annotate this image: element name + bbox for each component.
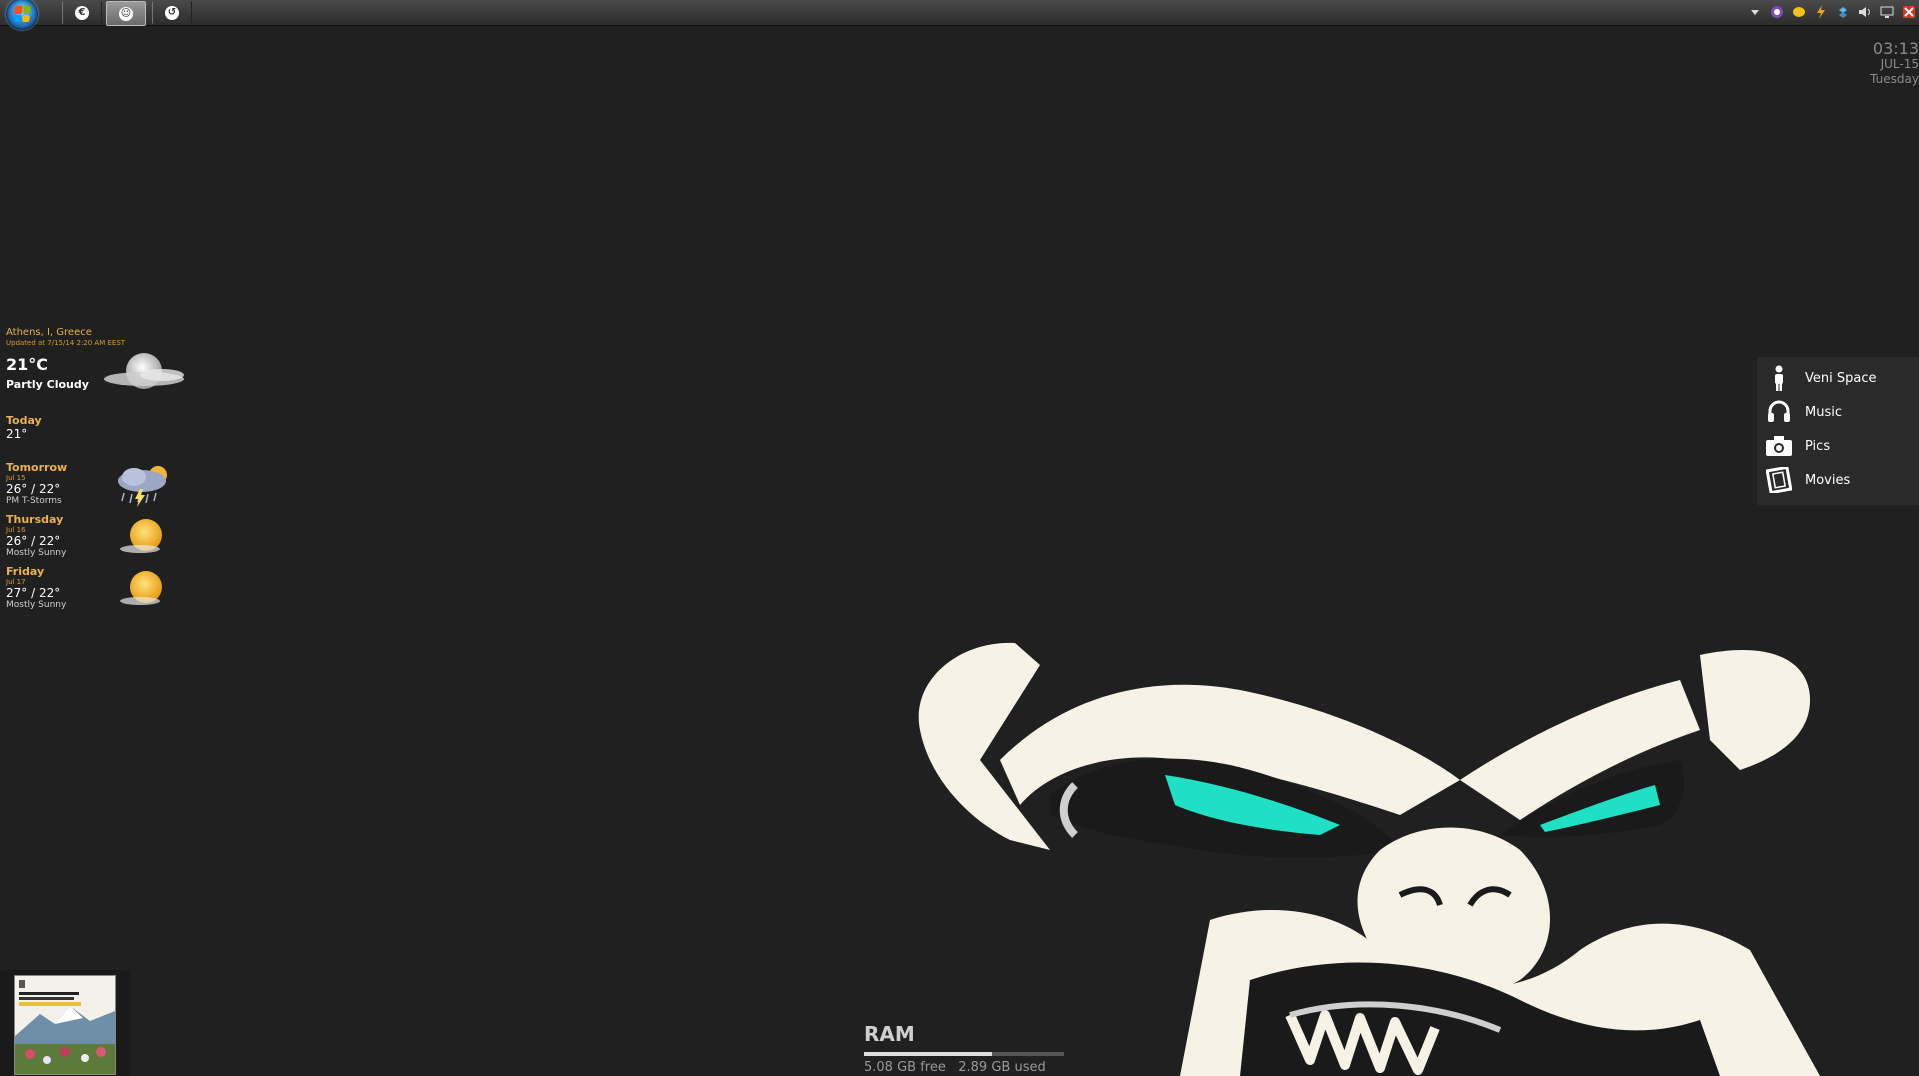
app-1-icon: €	[75, 5, 89, 20]
weather-updated: Updated at 7/15/14 2:20 AM EEST	[6, 339, 126, 347]
ram-used: 2.89 GB used	[958, 1060, 1046, 1075]
desktop-clock: 03:13 JUL-15 Tuesday	[1849, 40, 1919, 86]
forecast-item: Thursday Jul 16 26° / 22° Mostly Sunny	[6, 513, 196, 565]
launcher-item-label: Pics	[1805, 438, 1831, 454]
weather-today: Today 21°	[6, 414, 196, 441]
film-icon	[1765, 466, 1793, 494]
launcher-item-label: Music	[1805, 404, 1842, 420]
ram-free: 5.08 GB free	[864, 1060, 946, 1075]
ape-wallpaper	[918, 642, 1820, 1076]
taskbar-app-2-button[interactable]: ☺	[106, 1, 146, 26]
start-button[interactable]	[6, 0, 38, 30]
ram-usage-fill	[864, 1052, 992, 1056]
album-art[interactable]	[14, 975, 116, 1075]
headphones-icon	[1765, 398, 1793, 426]
clock-day: Tuesday	[1870, 72, 1919, 86]
launcher-item-veni-space[interactable]: Veni Space	[1765, 363, 1915, 393]
thunderstorm-icon	[118, 466, 167, 507]
launcher-item-music[interactable]: Music	[1765, 397, 1915, 427]
app-3-icon: ↺	[165, 5, 179, 20]
chevron-up-icon[interactable]	[1747, 4, 1763, 20]
volume-icon[interactable]	[1857, 4, 1873, 20]
note-icon[interactable]	[1791, 4, 1807, 20]
ram-title: RAM	[864, 1022, 915, 1046]
ram-stats: 5.08 GB free 2.89 GB used	[864, 1060, 1064, 1075]
launcher-item-label: Movies	[1805, 472, 1851, 488]
sun-icon	[120, 571, 162, 605]
moon-cloud-icon	[104, 353, 184, 389]
album-art-image	[15, 976, 115, 1074]
sun-icon	[120, 519, 162, 553]
ram-meter: RAM 5.08 GB free 2.89 GB used	[864, 1022, 1064, 1075]
launcher-item-pics[interactable]: Pics	[1765, 431, 1915, 461]
dropbox-icon[interactable]	[1835, 4, 1851, 20]
launcher-item-movies[interactable]: Movies	[1765, 465, 1915, 495]
clock-date: JUL-15	[1880, 57, 1919, 71]
camera-icon	[1765, 432, 1793, 460]
taskbar-app-3-button[interactable]: ↺	[152, 1, 192, 24]
weather-today-value: 21°	[6, 427, 28, 441]
app-2-icon: ☺	[119, 6, 133, 21]
forecast-item: Friday Jul 17 27° / 22° Mostly Sunny	[6, 565, 196, 617]
power-icon[interactable]	[1813, 4, 1829, 20]
ram-usage-bar	[864, 1052, 1064, 1056]
network-icon[interactable]	[1879, 4, 1895, 20]
launcher-item-label: Veni Space	[1805, 370, 1877, 386]
weather-widget: Athens, I, Greece Updated at 7/15/14 2:2…	[6, 327, 196, 617]
system-tray	[1747, 2, 1917, 22]
forecast-item: Tomorrow Jul 15 26° / 22° PM T-Storms	[6, 461, 196, 513]
flag-icon[interactable]	[1901, 4, 1917, 20]
taskbar-app-1-button[interactable]: €	[62, 1, 102, 24]
weather-current: 21°C Partly Cloudy	[6, 353, 196, 405]
clock-time: 03:13	[1872, 40, 1919, 58]
weather-today-label: Today	[6, 414, 42, 427]
taskbar: € ☺ ↺	[0, 0, 1919, 30]
weather-location: Athens, I, Greece	[6, 327, 92, 338]
person-icon	[1765, 364, 1793, 392]
windows-logo-icon	[13, 6, 31, 22]
viber-icon[interactable]	[1769, 4, 1785, 20]
launcher-panel: Veni Space Music Pics Movies	[1757, 357, 1919, 505]
